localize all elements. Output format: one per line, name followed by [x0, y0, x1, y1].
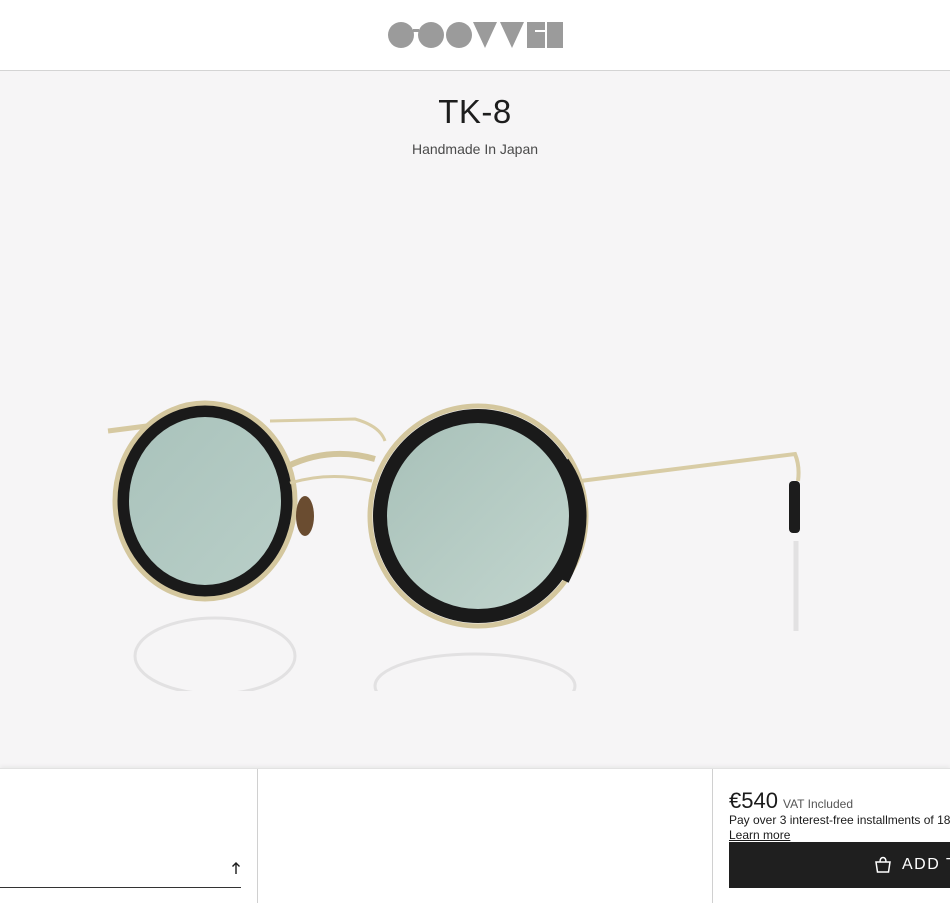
purchase-bar: €540 VAT Included Pay over 3 interest-fre…: [0, 768, 950, 903]
add-to-bag-button[interactable]: ADD T: [729, 842, 950, 888]
sunglasses-product-image[interactable]: [0, 221, 950, 691]
learn-more-link[interactable]: Learn more: [729, 828, 790, 842]
brand-logo-icon: [388, 22, 563, 48]
product-page: TK-8 Handmade In Japan €540 VAT Included…: [0, 0, 950, 903]
product-title: TK-8: [438, 93, 512, 130]
arrow-up-icon: [232, 862, 240, 874]
vat-label: VAT Included: [782, 797, 853, 811]
installments-text: Pay over 3 interest-free installments of…: [729, 813, 950, 827]
middle-panel: [258, 769, 713, 903]
left-panel: [0, 769, 258, 903]
add-button-label: ADD T: [902, 856, 950, 873]
product-hero: TK-8 Handmade In Japan: [0, 71, 950, 768]
price-panel: €540 VAT Included Pay over 3 interest-fre…: [713, 769, 950, 903]
price: €540: [729, 788, 778, 813]
product-subtitle: Handmade In Japan: [411, 141, 539, 157]
price-row: €540 VAT Included: [729, 788, 853, 814]
scroll-top-button[interactable]: [226, 857, 246, 879]
shopping-bag-icon: [874, 856, 892, 874]
brand-logo-link[interactable]: [387, 20, 563, 50]
panel-underline: [0, 887, 241, 888]
site-header: [0, 0, 950, 71]
